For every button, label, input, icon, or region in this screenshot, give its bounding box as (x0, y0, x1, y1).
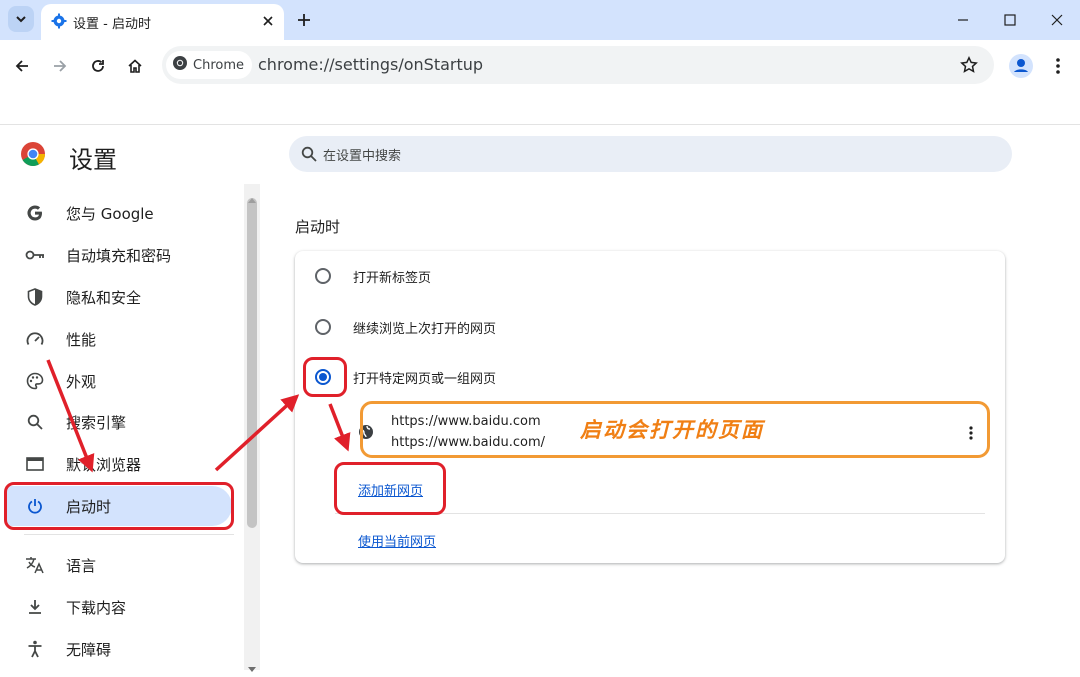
arrow-to-add-page (328, 403, 351, 452)
arrow-to-startup-nav (46, 359, 95, 473)
annotation-arrows (46, 359, 351, 473)
arrow-to-radio (214, 394, 300, 472)
